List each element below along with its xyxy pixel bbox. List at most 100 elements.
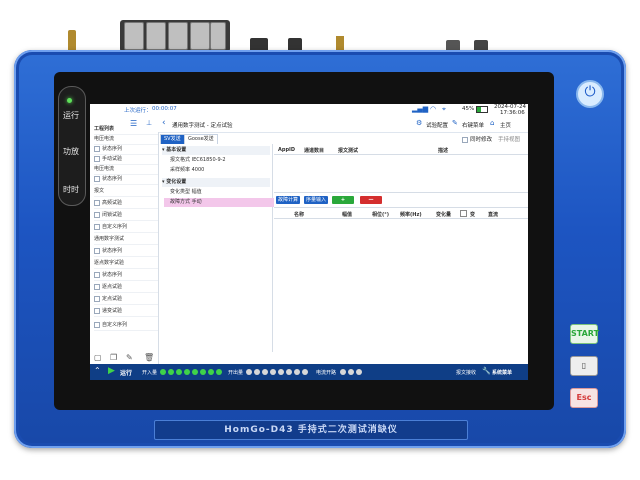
col-name: 名称 [294, 212, 305, 218]
battery-percent: 45% [462, 106, 475, 112]
col-frequency: 频率(Hz) [400, 212, 422, 218]
wrench-icon: 🔧 [482, 367, 491, 375]
input-indicator [216, 369, 222, 375]
wifi-icon: ◠ [430, 105, 437, 113]
fault-calc-button[interactable]: 故障计算 [276, 196, 300, 204]
test-config-button[interactable]: 试验配置 [426, 121, 448, 129]
input-label: 开入量 [142, 370, 158, 376]
sidebar-item[interactable]: 递变试验 [94, 306, 158, 317]
back-icon[interactable]: ‹ [162, 118, 166, 128]
fiber-connector [146, 22, 166, 50]
col-description: 描述 [438, 148, 449, 154]
output-indicator [270, 369, 276, 375]
output-indicator [286, 369, 292, 375]
input-indicator [200, 369, 206, 375]
right-menu-icon[interactable]: ✎ [452, 119, 458, 127]
sidebar-item[interactable]: 自定义序列 [94, 320, 158, 331]
mouse-button[interactable]: ▯ [570, 356, 598, 376]
current-indicator [340, 369, 346, 375]
start-button[interactable]: START [570, 324, 599, 344]
input-indicator [176, 369, 182, 375]
system-menu-button[interactable]: 系统菜单 [492, 369, 512, 376]
run-button[interactable]: 运行 [120, 368, 132, 377]
change-mode-row[interactable]: 故障方式 手动 [164, 198, 274, 207]
breadcrumb: 通用数字测试 - 定点试验 [172, 123, 233, 129]
send-tabs: SV发送 Goose发送 [160, 133, 528, 145]
basic-settings-header[interactable]: ▾ 基本设置 [162, 146, 270, 155]
gps-icon: ⌖ [442, 105, 446, 113]
sidebar-item[interactable]: 高频试验 [94, 198, 158, 209]
output-indicator [254, 369, 260, 375]
power-button[interactable]: ⏻ [576, 80, 604, 108]
input-indicator [192, 369, 198, 375]
last-run-value: 00:00:07 [152, 106, 177, 112]
fiber-connector [124, 22, 144, 50]
last-run-label: 上次运行： [124, 108, 152, 114]
output-indicator [302, 369, 308, 375]
esc-button[interactable]: Esc [570, 388, 598, 408]
col-channel-count: 通道数目 [304, 148, 325, 154]
sidebar-item[interactable]: 逐点试验 [94, 282, 158, 293]
input-indicator [168, 369, 174, 375]
bottom-status-bar: ⌃ ▶ 运行 开入量 开出量 电流开路 报文接收 🔧 系统菜单 [90, 364, 528, 380]
output-label: 开出量 [228, 370, 244, 376]
power-icon: ⏻ [584, 84, 596, 100]
sidebar-item[interactable]: 状态序列 [94, 174, 158, 185]
output-indicator [246, 369, 252, 375]
fiber-connector [190, 22, 210, 50]
sidebar-item[interactable]: 定点试验 [94, 294, 158, 305]
change-settings-header[interactable]: ▾ 变化设置 [162, 178, 270, 187]
col-phase: 相位(°) [372, 212, 390, 218]
sidebar-item[interactable]: 状态序列 [94, 270, 158, 281]
new-file-icon[interactable]: ▢ [94, 353, 102, 362]
current-indicator [356, 369, 362, 375]
add-button[interactable]: + [332, 196, 354, 204]
home-button[interactable]: 主页 [500, 121, 511, 129]
hw-label-realtime: 时时 [63, 185, 79, 194]
output-indicator [262, 369, 268, 375]
col-message-test: 报文测试 [338, 148, 359, 154]
project-sidebar: 工程列表 电压电流 状态序列 手动试验 电压电流 状态序列 报文 高频试验 闭锁… [90, 126, 159, 352]
edit-icon[interactable]: ✎ [126, 353, 133, 362]
output-indicator [294, 369, 300, 375]
channel-table-header: 名称 幅值 相位(°) 频率(Hz) 变化量 变 直流 [274, 208, 528, 219]
signal-icon: ▂▄▆ [412, 105, 429, 113]
copy-icon[interactable]: ❐ [110, 353, 117, 362]
remove-button[interactable]: — [360, 196, 382, 204]
sidebar-item[interactable]: 通用数字测试 [94, 234, 158, 245]
col-change: 变 [470, 212, 476, 218]
gear-icon[interactable]: ⚙ [416, 119, 422, 127]
input-indicator [184, 369, 190, 375]
home-icon[interactable]: ⌂ [490, 119, 494, 127]
input-indicator [160, 369, 166, 375]
col-change-amount: 变化量 [436, 212, 452, 218]
sidebar-toolbar: ▢ ❐ ✎ 🗑 [90, 352, 159, 364]
hw-label-run: 运行 [63, 111, 79, 120]
play-icon[interactable]: ▶ [108, 366, 115, 376]
fiber-connector [168, 22, 188, 50]
mouse-icon: ▯ [581, 361, 587, 370]
change-all-checkbox[interactable] [460, 210, 467, 217]
col-amplitude: 幅值 [342, 212, 353, 218]
sequence-input-button[interactable]: 序量输入 [304, 196, 328, 204]
sidebar-item[interactable]: 报文 [94, 186, 158, 197]
sidebar-item[interactable]: 逐点数字试验 [94, 258, 158, 269]
run-led-indicator [67, 98, 72, 103]
appid-table-header: AppID 通道数目 报文测试 描述 [274, 145, 528, 155]
sidebar-item[interactable]: 状态序列 [94, 246, 158, 257]
current-indicator [348, 369, 354, 375]
sidebar-item[interactable]: 闭锁试验 [94, 210, 158, 221]
message-format-row[interactable]: 报文格式 IEC61850-9-2 [170, 156, 226, 165]
sidebar-item[interactable]: 自定义序列 [94, 222, 158, 233]
col-dc: 直流 [488, 212, 499, 218]
output-indicator [278, 369, 284, 375]
trash-icon[interactable]: 🗑 [144, 353, 154, 362]
change-type-row[interactable]: 变化类型 幅值 [170, 188, 202, 197]
status-title-bar: 上次运行： 00:00:07 ▂▄▆ ◠ ⌖ 45% 2024-07-24 17… [90, 104, 528, 116]
channel-panel: AppID 通道数目 报文测试 描述 故障计算 序量输入 + — 名称 幅值 相… [274, 144, 528, 352]
chevron-up-icon[interactable]: ⌃ [94, 366, 101, 375]
sample-rate-row[interactable]: 采样频率 4000 [170, 166, 204, 175]
hw-label-amplifier: 功放 [63, 147, 79, 156]
device-screen: 上次运行： 00:00:07 ▂▄▆ ◠ ⌖ 45% 2024-07-24 17… [90, 104, 528, 380]
right-menu-button[interactable]: 右键菜单 [462, 121, 484, 129]
